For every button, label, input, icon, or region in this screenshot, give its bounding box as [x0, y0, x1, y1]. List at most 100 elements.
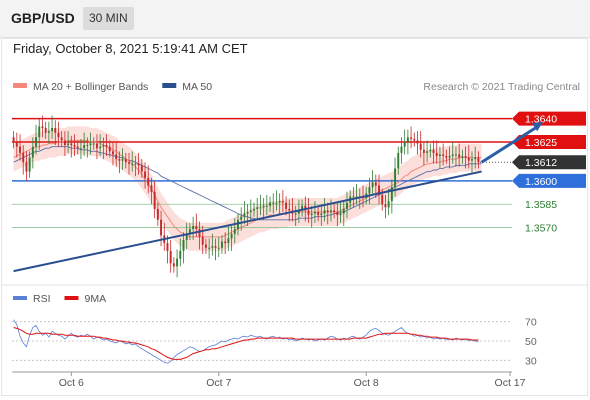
candle-body-74: [249, 210, 252, 212]
candle-body-28: [102, 145, 105, 147]
candle-body-14: [57, 132, 60, 138]
x-tick-label-3: Oct 17: [495, 377, 526, 389]
candle-body-99: [329, 210, 332, 212]
candle-body-4: [25, 162, 28, 172]
candle-body-100: [333, 210, 336, 212]
legend-swatch-1: [162, 83, 177, 88]
candle-body-121: [400, 146, 403, 153]
candle-body-78: [262, 205, 265, 208]
candle-body-82: [275, 202, 278, 204]
candle-body-69: [233, 229, 236, 234]
candle-body-45: [156, 208, 159, 220]
candle-body-30: [108, 146, 111, 152]
candle-body-36: [128, 162, 130, 164]
candle-body-23: [86, 145, 89, 147]
candle-body-116: [384, 204, 387, 208]
candle-body-19: [73, 145, 76, 147]
candle-body-48: [166, 243, 169, 251]
candle-body-98: [326, 210, 329, 212]
candle-body-77: [259, 207, 262, 209]
candle-body-59: [201, 236, 204, 245]
candle-body-72: [243, 213, 246, 217]
candle-body-65: [220, 241, 223, 248]
candle-body-76: [256, 207, 259, 209]
candle-body-103: [342, 208, 345, 214]
candle-body-145: [477, 157, 480, 163]
rsi-line: [13, 319, 479, 364]
rsi-ma9-line: [13, 327, 479, 360]
candle-body-119: [394, 168, 397, 188]
candle-body-124: [410, 137, 413, 139]
candle-body-131: [432, 149, 435, 153]
candle-body-60: [204, 244, 207, 248]
candle-body-40: [140, 165, 143, 172]
candle-body-112: [371, 182, 374, 188]
candle-body-88: [294, 213, 297, 215]
candle-body-53: [182, 240, 185, 251]
candle-body-132: [435, 152, 438, 156]
candle-body-94: [313, 212, 316, 214]
candle-body-37: [131, 163, 134, 165]
candle-body-7: [35, 137, 38, 147]
candle-body-3: [22, 152, 25, 163]
candle-body-81: [272, 202, 275, 204]
candle-body-66: [224, 241, 227, 244]
candle-body-93: [310, 213, 313, 216]
candle-body-31: [112, 151, 114, 155]
candle-body-50: [172, 263, 175, 267]
candle-body-139: [458, 154, 461, 158]
candle-body-123: [406, 137, 409, 142]
candle-body-84: [281, 201, 284, 203]
candle-body-16: [63, 140, 66, 146]
candle-body-15: [60, 137, 63, 141]
candle-body-113: [374, 182, 377, 186]
candle-body-5: [28, 157, 31, 172]
copyright-text: Research © 2021 Trading Central: [423, 81, 580, 93]
candle-body-136: [448, 156, 451, 158]
candle-body-138: [454, 154, 457, 156]
level-label-5: 1.3570: [525, 223, 557, 235]
candle-body-34: [121, 159, 124, 161]
candle-body-135: [445, 156, 448, 158]
candle-body-101: [336, 212, 339, 216]
candle-body-117: [387, 201, 390, 208]
candle-body-35: [124, 159, 127, 163]
candle-body-102: [339, 213, 342, 216]
candle-body-26: [95, 143, 98, 149]
candle-body-120: [397, 152, 400, 169]
candle-body-56: [192, 226, 195, 230]
candle-body-67: [227, 238, 230, 244]
candle-body-140: [461, 156, 464, 158]
candle-body-61: [208, 247, 211, 249]
candle-body-122: [403, 142, 406, 147]
level-label-4: 1.3585: [525, 199, 557, 211]
candle-body-17: [67, 143, 70, 146]
candle-body-10: [44, 128, 47, 133]
candle-body-43: [150, 185, 153, 192]
support-trendline: [13, 170, 482, 273]
candle-body-133: [438, 154, 441, 156]
candle-body-22: [83, 145, 86, 149]
candle-body-63: [214, 246, 217, 248]
candle-body-18: [70, 143, 73, 146]
candle-body-111: [368, 187, 371, 194]
candle-body-115: [381, 194, 384, 205]
candle-body-62: [211, 246, 214, 248]
candle-body-73: [246, 212, 249, 214]
candle-body-144: [474, 157, 477, 160]
candle-body-128: [422, 149, 425, 153]
level-label-3: 1.3600: [525, 176, 557, 188]
candle-body-44: [153, 191, 156, 209]
candle-body-38: [134, 163, 137, 165]
candle-body-57: [195, 226, 198, 230]
candle-body-0: [12, 137, 15, 142]
candle-body-85: [285, 202, 288, 209]
candle-body-68: [230, 233, 233, 239]
candle-body-8: [38, 126, 41, 138]
candle-body-96: [320, 213, 323, 216]
candle-body-12: [51, 128, 54, 132]
legend-label-0: MA 20 + Bollinger Bands: [33, 81, 148, 93]
candle-body-58: [198, 229, 201, 237]
candle-body-25: [92, 143, 95, 145]
candle-body-130: [429, 149, 432, 152]
